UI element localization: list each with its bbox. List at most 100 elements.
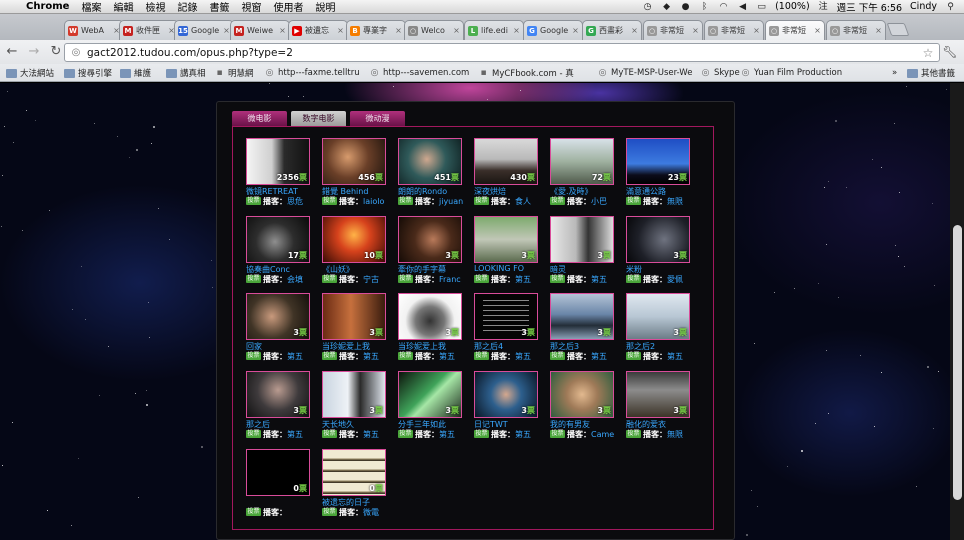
video-thumbnail[interactable]: 17票	[246, 216, 310, 263]
bookmark-item[interactable]: ◎ Skype	[700, 66, 740, 80]
address-bar[interactable]: ◎ gact2012.tudou.com/opus.php?type=2 ☆	[64, 43, 940, 62]
video-thumbnail[interactable]: 3票	[322, 293, 386, 340]
vote-button[interactable]: 投票	[550, 430, 565, 438]
video-thumbnail[interactable]: 451票	[398, 138, 462, 185]
tab-close-icon[interactable]: ×	[512, 26, 521, 35]
uploader-name-link[interactable]: 第五	[515, 352, 531, 361]
video-thumbnail[interactable]: 3票	[246, 293, 310, 340]
menu-edit[interactable]: 編輯	[113, 0, 133, 13]
uploader-name-link[interactable]: 第五	[287, 430, 303, 439]
video-title-link[interactable]: 協奏曲Conc	[246, 264, 314, 274]
reload-icon[interactable]: ↻	[46, 42, 66, 62]
browser-tab[interactable]: Llife.edi ×	[464, 20, 524, 40]
video-thumbnail[interactable]: 3票	[322, 371, 386, 418]
video-title-link[interactable]: 米粉	[626, 264, 694, 274]
video-title-link[interactable]: 我的有男友	[550, 419, 618, 429]
battery-icon[interactable]: ▭	[756, 2, 767, 12]
wifi-icon[interactable]: ◠	[718, 2, 729, 12]
video-title-link[interactable]: 融化的爱衣	[626, 419, 694, 429]
uploader-name-link[interactable]: 第五	[515, 275, 531, 284]
bookmark-item[interactable]: 講真相	[166, 66, 206, 80]
uploader-name-link[interactable]: 第五	[363, 430, 379, 439]
uploader-name-link[interactable]: Came	[591, 430, 614, 439]
bookmark-item[interactable]: ◎ Yuan Film Production	[740, 66, 843, 80]
menu-window[interactable]: 視窗	[241, 0, 261, 13]
input-method-icon[interactable]: 注	[818, 2, 829, 12]
video-title-link[interactable]: 朗朗的Rondo	[398, 186, 466, 196]
uploader-name-link[interactable]: 微電	[363, 508, 379, 517]
video-title-link[interactable]: 日记TWT	[474, 419, 542, 429]
uploader-name-link[interactable]: laiolo	[363, 197, 384, 206]
vote-button[interactable]: 投票	[246, 430, 261, 438]
vote-button[interactable]: 投票	[398, 275, 413, 283]
video-title-link[interactable]: 《愛.及時》	[550, 186, 618, 196]
forward-arrow-icon[interactable]: →	[24, 42, 44, 62]
vote-button[interactable]: 投票	[322, 430, 337, 438]
video-title-link[interactable]: 当珍妮爱上我	[398, 341, 466, 351]
vote-button[interactable]: 投票	[246, 197, 261, 205]
bookmark-item[interactable]: ▪ 明慧網	[214, 66, 253, 80]
video-thumbnail[interactable]: 3票	[474, 293, 538, 340]
video-title-link[interactable]: 微镜RETREAT	[246, 186, 314, 196]
browser-tab[interactable]: ○ Welco ×	[404, 20, 464, 40]
vote-button[interactable]: 投票	[474, 275, 489, 283]
menu-history[interactable]: 記錄	[177, 0, 197, 13]
browser-tab[interactable]: 15 Google ×	[174, 20, 234, 40]
browser-tab[interactable]: ○ 非常短 ×	[826, 20, 886, 40]
tab-close-icon[interactable]: ×	[691, 26, 700, 35]
bookmark-star-icon[interactable]: ☆	[921, 46, 935, 60]
vote-button[interactable]: 投票	[550, 197, 565, 205]
uploader-name-link[interactable]: 宁古	[363, 275, 379, 284]
uploader-name-link[interactable]: 第五	[515, 430, 531, 439]
tab-close-icon[interactable]: ×	[571, 26, 580, 35]
browser-tab[interactable]: ○ 非常短 ×	[704, 20, 764, 40]
video-thumbnail[interactable]: 430票	[474, 138, 538, 185]
page-info-icon[interactable]: ◎	[69, 46, 83, 60]
video-thumbnail[interactable]: 3票	[398, 216, 462, 263]
uploader-name-link[interactable]: 第五	[439, 430, 455, 439]
menubar-user[interactable]: Cindy	[910, 1, 937, 12]
vote-button[interactable]: 投票	[626, 275, 641, 283]
browser-tab[interactable]: G Google ×	[523, 20, 583, 40]
tab-close-icon[interactable]: ×	[630, 26, 639, 35]
vote-button[interactable]: 投票	[322, 197, 337, 205]
menu-help[interactable]: 說明	[315, 0, 335, 13]
video-title-link[interactable]: 那之后3	[550, 341, 618, 351]
vote-button[interactable]: 投票	[474, 197, 489, 205]
vote-button[interactable]: 投票	[550, 352, 565, 360]
video-title-link[interactable]: 錯覺 Behind	[322, 186, 390, 196]
uploader-name-link[interactable]: 愛佩	[667, 275, 683, 284]
vote-button[interactable]: 投票	[626, 197, 641, 205]
tab-close-icon[interactable]: ×	[278, 26, 287, 35]
browser-tab[interactable]: W WebA ×	[64, 20, 124, 40]
tab-close-icon[interactable]: ×	[874, 26, 883, 35]
menu-user[interactable]: 使用者	[273, 0, 303, 13]
new-tab-button[interactable]	[886, 23, 910, 36]
video-thumbnail[interactable]: 3票	[626, 371, 690, 418]
browser-tab[interactable]: M Weiwe ×	[230, 20, 290, 40]
bookmark-item[interactable]: ▪ MyCFbook.com - 真	[478, 66, 573, 80]
clock-icon[interactable]: ◷	[642, 2, 653, 12]
bookmark-item[interactable]: ◎ MyTE-MSP-User-We	[597, 66, 693, 80]
vote-button[interactable]: 投票	[246, 508, 261, 516]
tab-digital-film[interactable]: 数字电影	[291, 111, 346, 126]
video-thumbnail[interactable]: 3票	[474, 371, 538, 418]
vote-button[interactable]: 投票	[322, 508, 337, 516]
vote-button[interactable]: 投票	[246, 275, 261, 283]
video-title-link[interactable]: LOOKING FO	[474, 264, 542, 274]
browser-tab[interactable]: ○ 非常短 ×	[765, 20, 825, 40]
video-title-link[interactable]: 牽你的手字幕	[398, 264, 466, 274]
sync-icon[interactable]: ●	[680, 2, 691, 12]
video-title-link[interactable]: 天长地久	[322, 419, 390, 429]
video-thumbnail[interactable]: 10票	[322, 216, 386, 263]
browser-tab[interactable]: G 西畫彩 ×	[582, 20, 642, 40]
uploader-name-link[interactable]: 小巴	[591, 197, 607, 206]
video-title-link[interactable]: 滿意通公路	[626, 186, 694, 196]
uploader-name-link[interactable]: 第五	[363, 352, 379, 361]
uploader-name-link[interactable]: 第五	[439, 352, 455, 361]
video-thumbnail[interactable]: 72票	[550, 138, 614, 185]
vote-button[interactable]: 投票	[398, 352, 413, 360]
menubar-app-name[interactable]: Chrome	[26, 1, 69, 12]
uploader-name-link[interactable]: 第五	[667, 352, 683, 361]
vote-button[interactable]: 投票	[246, 352, 261, 360]
